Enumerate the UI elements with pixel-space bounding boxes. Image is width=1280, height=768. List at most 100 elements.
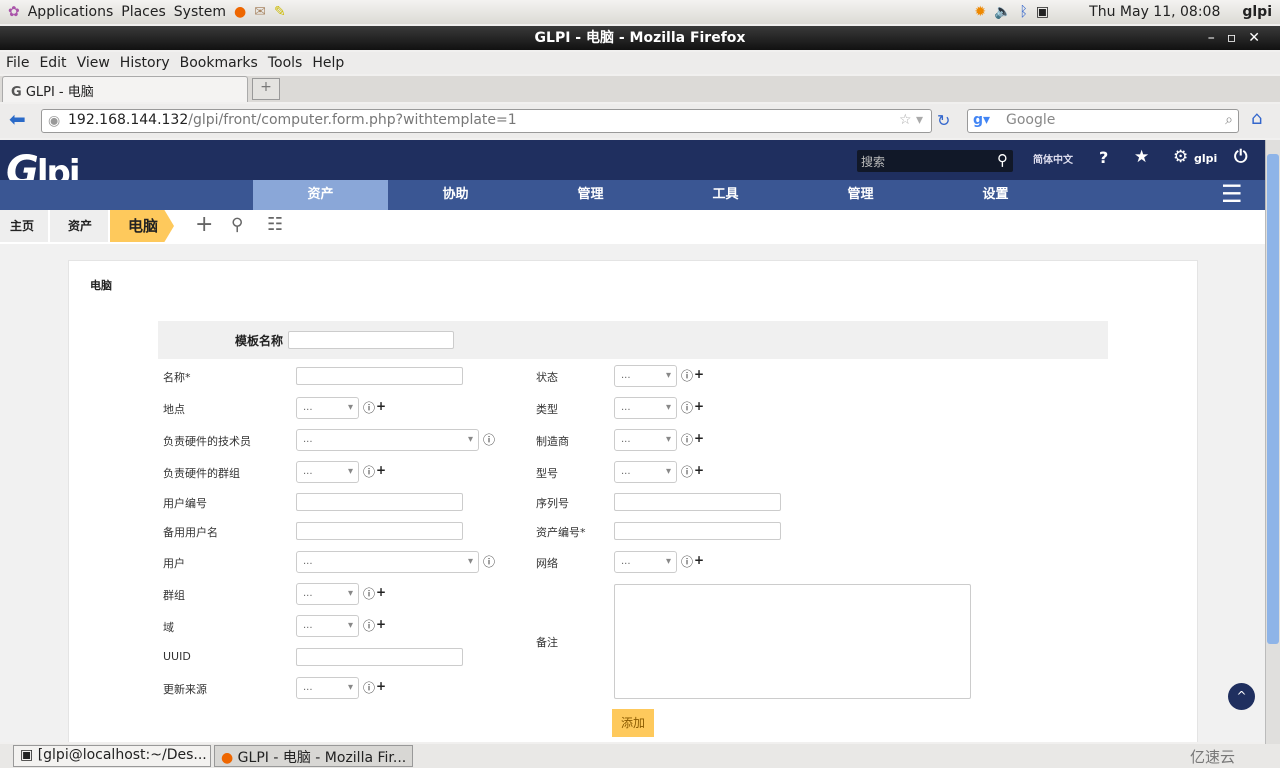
dropdown-select[interactable]: ... — [614, 551, 677, 573]
update-icon[interactable]: ✹ — [974, 4, 986, 20]
menu-assets[interactable]: 资产 — [253, 180, 388, 210]
taskbar-terminal[interactable]: ▣ [glpi@localhost:~/Des... — [13, 745, 211, 767]
info-icon[interactable]: ⓘ — [681, 431, 693, 448]
logout-icon[interactable]: ⏻ — [1234, 147, 1247, 167]
tab-bar: G GLPI - 电脑 + — [0, 76, 1280, 102]
search-bar[interactable]: g▾ Google ⌕ — [967, 109, 1239, 133]
add-button[interactable]: 添加 — [612, 709, 654, 737]
dropdown-select[interactable]: ... — [296, 397, 359, 419]
add-icon[interactable]: + — [376, 679, 386, 693]
text-input[interactable] — [296, 522, 463, 540]
menu-administration[interactable]: 管理 — [793, 180, 928, 210]
new-tab-button[interactable]: + — [252, 78, 280, 100]
page-scrollbar[interactable] — [1265, 140, 1280, 744]
menu-setup[interactable]: 设置 — [928, 180, 1063, 210]
info-icon[interactable]: ⓘ — [681, 367, 693, 384]
menu-places[interactable]: Places — [121, 4, 166, 20]
bookmark-star-icon[interactable]: ☆ ▾ — [899, 112, 923, 128]
text-input[interactable] — [614, 493, 781, 511]
add-icon[interactable]: + — [376, 399, 386, 413]
add-icon[interactable]: + — [376, 585, 386, 599]
dropdown-select[interactable]: ... — [296, 461, 359, 483]
menu-history[interactable]: History — [120, 55, 170, 71]
glpi-search-input[interactable]: 搜索 ⚲ — [857, 150, 1013, 172]
add-icon[interactable]: + — [195, 212, 213, 237]
search-icon[interactable]: ⚲ — [231, 215, 243, 235]
info-icon[interactable]: ⓘ — [363, 463, 375, 480]
window-controls[interactable]: –▫✕ — [1208, 26, 1272, 50]
text-input[interactable] — [614, 522, 781, 540]
search-icon[interactable]: ⚲ — [997, 151, 1008, 169]
breadcrumb-computers[interactable]: 电脑 — [110, 210, 174, 242]
add-icon[interactable]: + — [694, 399, 704, 413]
browser-tab[interactable]: G GLPI - 电脑 — [2, 76, 248, 102]
bluetooth-icon[interactable]: ᛒ — [1020, 4, 1028, 20]
info-icon[interactable]: ⓘ — [363, 399, 375, 416]
add-icon[interactable]: + — [376, 463, 386, 477]
menu-file[interactable]: File — [6, 55, 29, 71]
info-icon[interactable]: ⓘ — [681, 399, 693, 416]
add-icon[interactable]: + — [376, 617, 386, 631]
dropdown-select[interactable]: ... — [296, 551, 479, 573]
scrollbar-thumb[interactable] — [1267, 154, 1279, 644]
menu-view[interactable]: View — [77, 55, 110, 71]
info-icon[interactable]: ⓘ — [483, 431, 495, 448]
dropdown-select[interactable]: ... — [614, 429, 677, 451]
user-name[interactable]: glpi — [1242, 4, 1272, 20]
dropdown-select[interactable]: ... — [296, 615, 359, 637]
add-icon[interactable]: + — [694, 553, 704, 567]
dropdown-select[interactable]: ... — [614, 397, 677, 419]
reload-icon[interactable]: ↻ — [937, 111, 950, 130]
field-label: 类型 — [536, 403, 558, 416]
menu-edit[interactable]: Edit — [39, 55, 66, 71]
list-icon[interactable]: ☷ — [267, 214, 283, 235]
dropdown-select[interactable]: ... — [296, 583, 359, 605]
text-input[interactable] — [296, 493, 463, 511]
binoculars-icon[interactable]: ⌕ — [1225, 112, 1233, 128]
home-icon[interactable]: ⌂ — [1251, 108, 1262, 129]
hamburger-menu-icon[interactable]: ☰ — [1221, 180, 1243, 208]
info-icon[interactable]: ⓘ — [681, 553, 693, 570]
firefox-launcher-icon[interactable]: ● — [234, 4, 246, 20]
menu-system[interactable]: System — [174, 4, 226, 20]
gear-icon[interactable]: ⚙ — [1173, 147, 1188, 167]
menu-tools[interactable]: Tools — [268, 55, 303, 71]
menu-management[interactable]: 管理 — [523, 180, 658, 210]
menu-bookmarks[interactable]: Bookmarks — [180, 55, 258, 71]
menu-tools[interactable]: 工具 — [658, 180, 793, 210]
info-icon[interactable]: ⓘ — [483, 553, 495, 570]
template-name-input[interactable] — [288, 331, 454, 349]
menu-applications[interactable]: Applications — [28, 4, 114, 20]
back-icon[interactable]: ⬅ — [9, 107, 26, 131]
breadcrumb-assets[interactable]: 资产 — [50, 210, 108, 242]
dropdown-select[interactable]: ... — [614, 461, 677, 483]
dropdown-select[interactable]: ... — [296, 429, 479, 451]
breadcrumb-home[interactable]: 主页 — [0, 210, 48, 242]
mail-launcher-icon[interactable]: ✉ — [254, 4, 266, 20]
add-icon[interactable]: + — [694, 463, 704, 477]
help-icon[interactable]: ? — [1099, 148, 1108, 167]
info-icon[interactable]: ⓘ — [363, 585, 375, 602]
dropdown-select[interactable]: ... — [614, 365, 677, 387]
add-icon[interactable]: + — [694, 367, 704, 381]
info-icon[interactable]: ⓘ — [363, 679, 375, 696]
text-input[interactable] — [296, 648, 463, 666]
add-icon[interactable]: + — [694, 431, 704, 445]
text-input[interactable] — [296, 367, 463, 385]
clock[interactable]: Thu May 11, 08:08 — [1089, 4, 1220, 20]
star-icon[interactable]: ★ — [1134, 147, 1149, 167]
taskbar-firefox[interactable]: ● GLPI - 电脑 - Mozilla Fir... — [214, 745, 413, 767]
menu-help[interactable]: Help — [312, 55, 344, 71]
dropdown-select[interactable]: ... — [296, 677, 359, 699]
comment-textarea[interactable] — [614, 584, 971, 699]
scroll-to-top-button[interactable]: ^ — [1228, 683, 1255, 710]
volume-icon[interactable]: 🔈 — [994, 4, 1011, 20]
menu-assistance[interactable]: 协助 — [388, 180, 523, 210]
notes-launcher-icon[interactable]: ✎ — [274, 4, 286, 20]
url-bar[interactable]: ◉ 192.168.144.132/glpi/front/computer.fo… — [41, 109, 932, 133]
info-icon[interactable]: ⓘ — [363, 617, 375, 634]
network-icon[interactable]: ▣ — [1036, 4, 1049, 20]
info-icon[interactable]: ⓘ — [681, 463, 693, 480]
user-link[interactable]: glpi — [1194, 152, 1217, 165]
language-link[interactable]: 简体中文 — [1033, 151, 1073, 166]
